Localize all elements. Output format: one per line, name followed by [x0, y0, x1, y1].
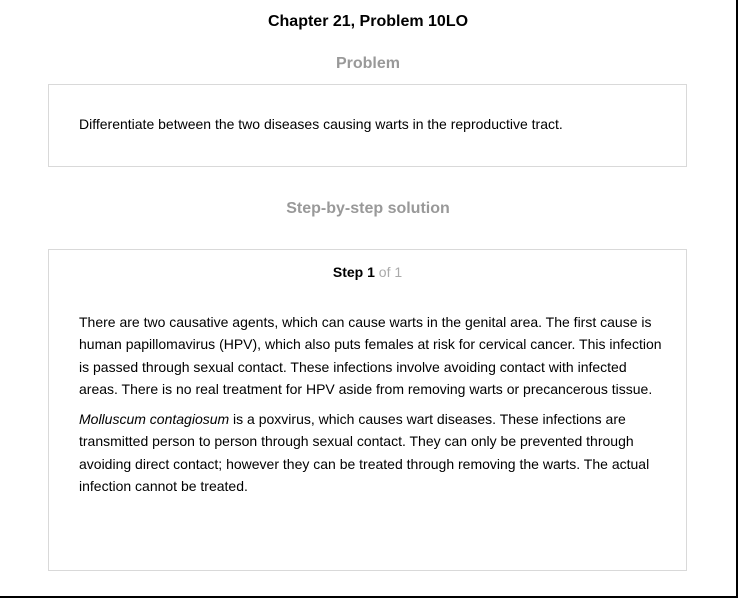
- problem-heading: Problem: [335, 55, 400, 72]
- step-body: There are two causative agents, which ca…: [79, 311, 664, 505]
- step-header: Step 1 of 1: [49, 263, 686, 281]
- organism-name: Molluscum contagiosum: [79, 411, 230, 428]
- step-number: 1: [367, 264, 375, 280]
- page-title: Chapter 21, Problem 10LO: [267, 13, 469, 30]
- solution-paragraph-1: There are two causative agents, which ca…: [79, 314, 662, 397]
- problem-text: Differentiate between the two diseases c…: [79, 116, 563, 132]
- step-total: of 1: [378, 264, 403, 280]
- problem-card: Differentiate between the two diseases c…: [48, 84, 687, 167]
- step-label: Step: [332, 264, 364, 280]
- solution-paragraph-2: Molluscum contagiosum is a poxvirus, whi…: [79, 408, 664, 497]
- solution-card: Step 1 of 1 There are two causative agen…: [48, 249, 687, 571]
- solution-heading: Step-by-step solution: [286, 200, 450, 217]
